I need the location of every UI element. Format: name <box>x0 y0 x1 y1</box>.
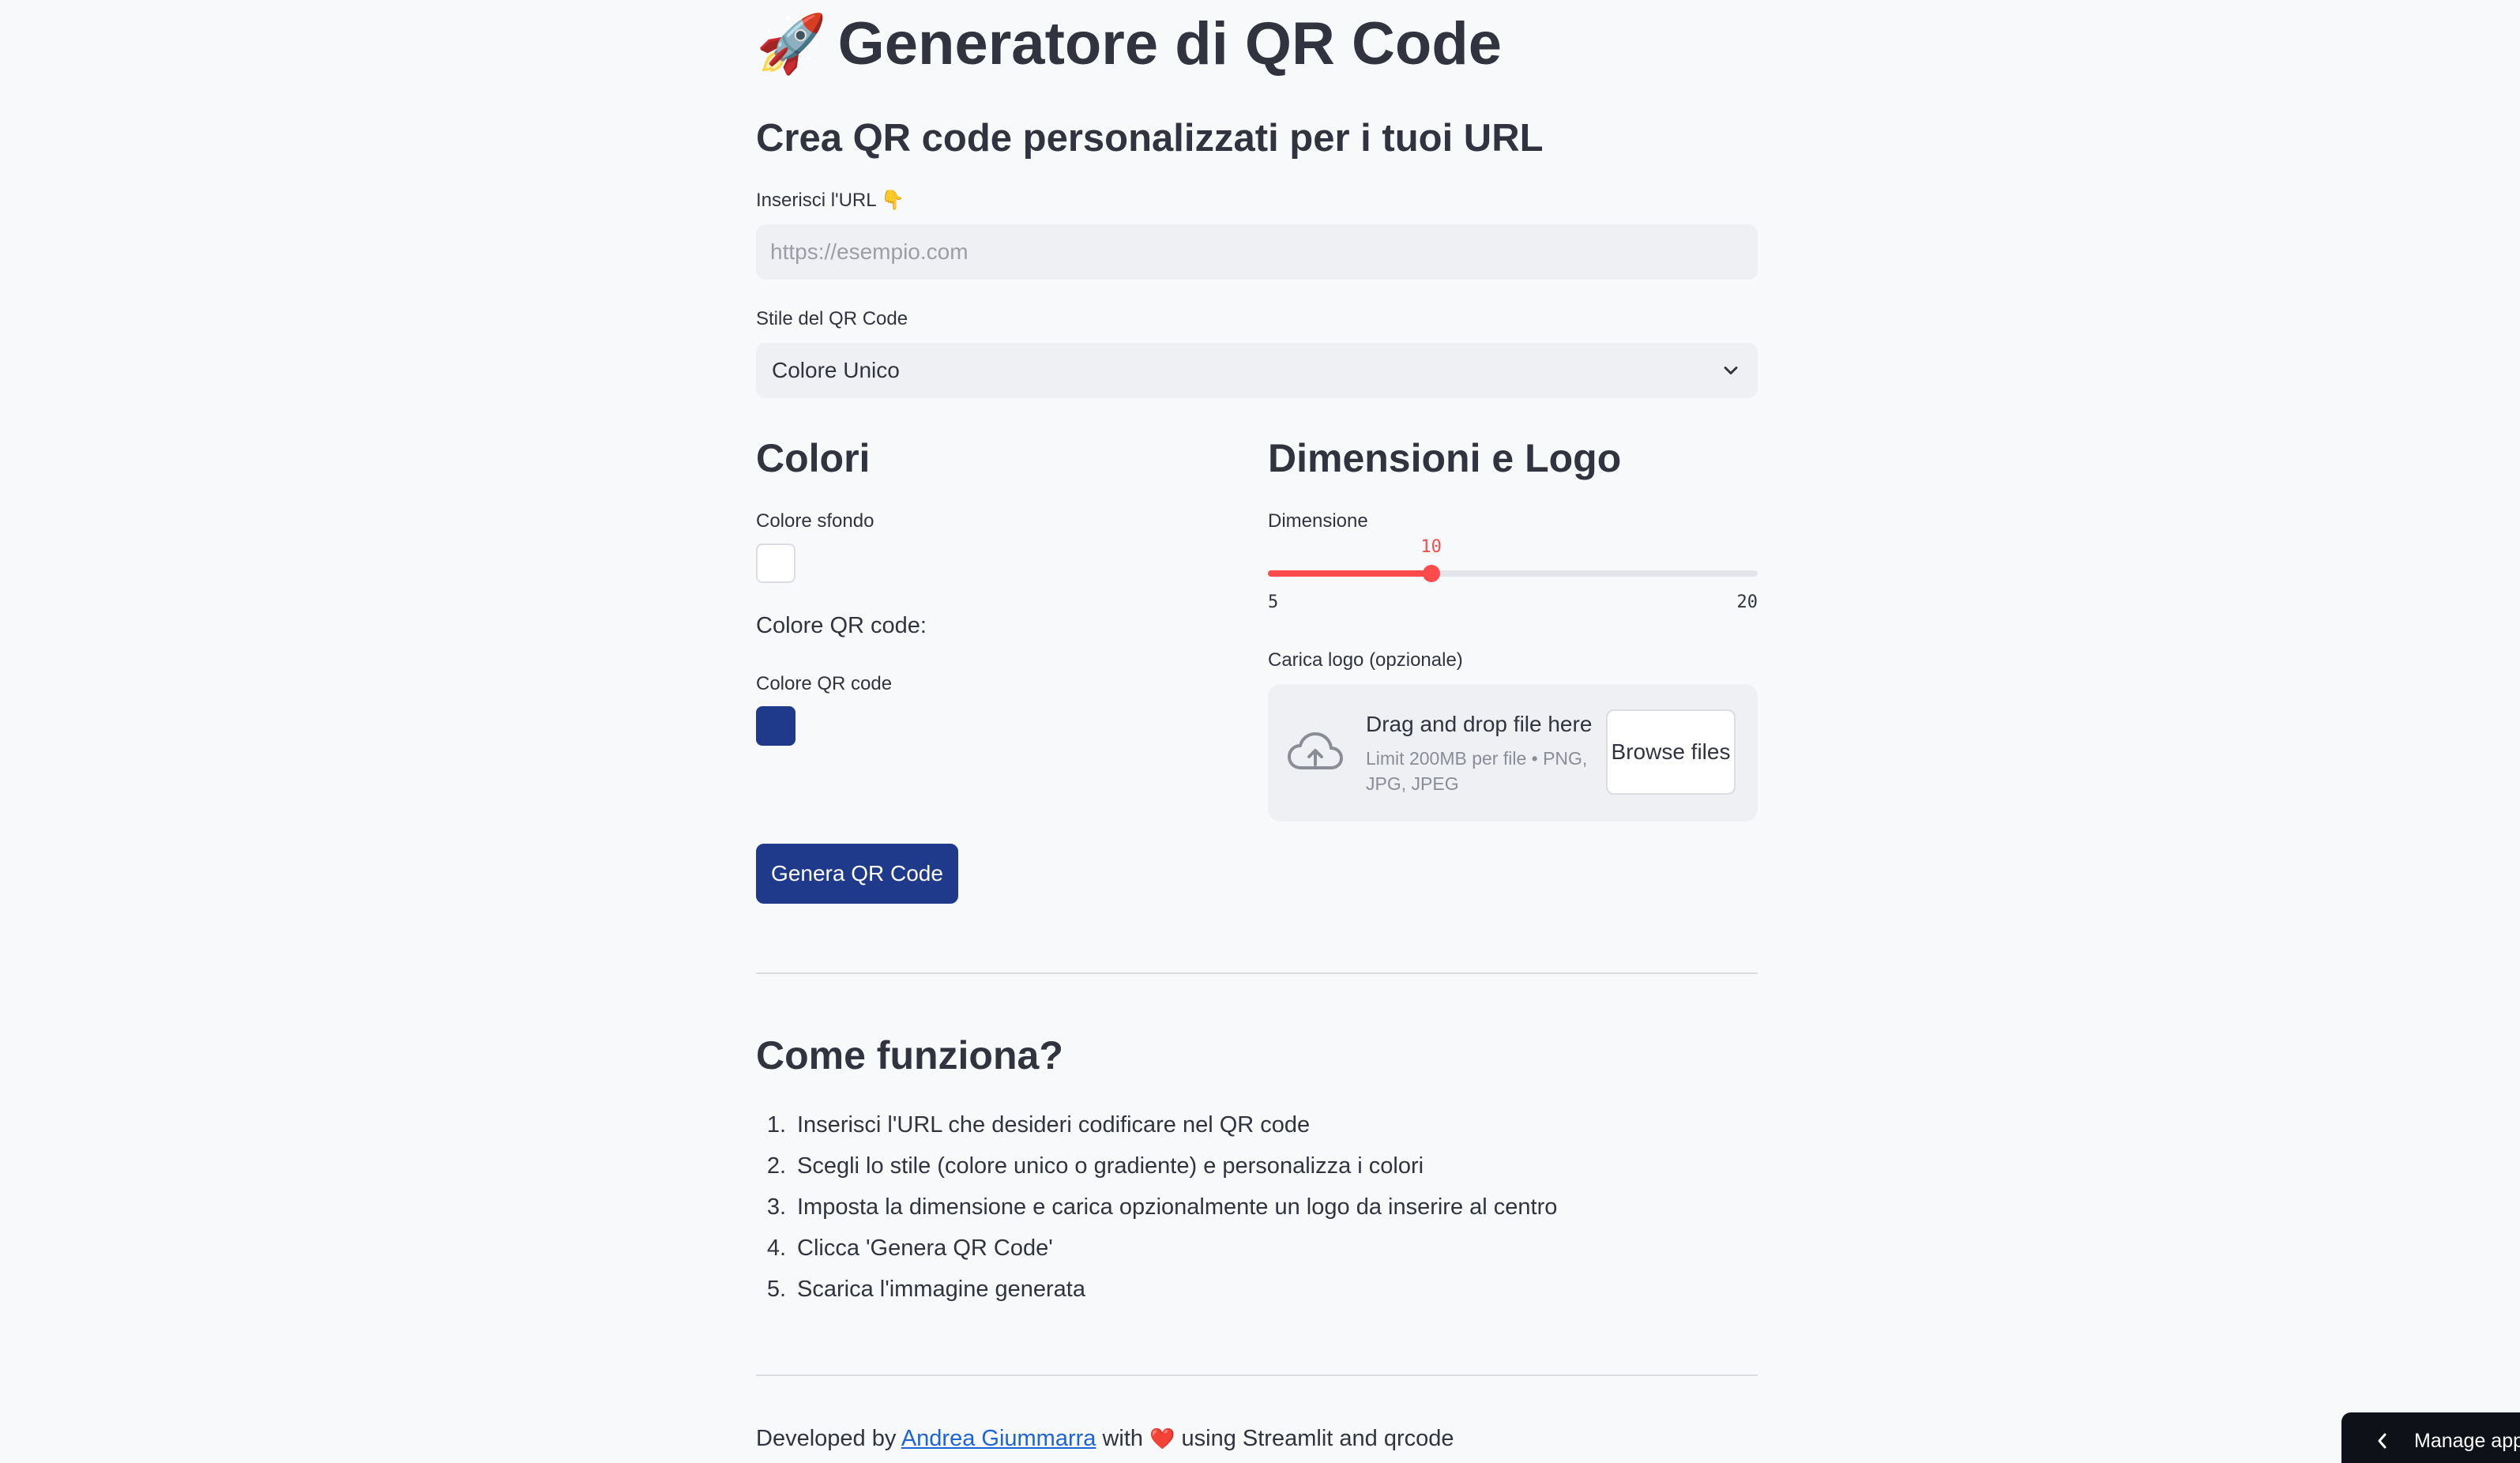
page-title-text: Generatore di QR Code <box>837 10 1503 77</box>
footer-suffix: using Streamlit and qrcode <box>1175 1426 1454 1451</box>
dropzone-title: Drag and drop file here <box>1366 712 1593 736</box>
url-input[interactable] <box>756 224 1758 280</box>
step-number: 5. <box>766 1277 787 1302</box>
manage-app-button[interactable]: Manage app <box>2341 1412 2520 1463</box>
heart-icon: ❤️ <box>1149 1427 1175 1450</box>
colors-heading: Colori <box>756 436 871 480</box>
size-logo-heading: Dimensioni e Logo <box>1268 436 1622 480</box>
browse-files-label: Browse files <box>1611 739 1731 764</box>
step-number: 3. <box>766 1194 787 1220</box>
style-select[interactable]: Colore Unico <box>756 343 1758 398</box>
browse-files-button[interactable]: Browse files <box>1606 709 1736 795</box>
slider-fill <box>1268 570 1431 577</box>
page-subtitle: Crea QR code personalizzati per i tuoi U… <box>756 117 1544 160</box>
divider <box>756 972 1758 974</box>
list-item: 5. Scarica l'immagine generata <box>756 1269 1557 1310</box>
list-item: 4. Clicca 'Genera QR Code' <box>756 1228 1557 1269</box>
slider-thumb[interactable] <box>1422 565 1440 582</box>
style-select-label: Stile del QR Code <box>756 308 908 329</box>
footer-credit: Developed by Andrea Giummarra with ❤️ us… <box>756 1422 1454 1455</box>
background-color-picker[interactable] <box>756 543 795 583</box>
step-number: 4. <box>766 1235 787 1261</box>
cloud-upload-icon <box>1288 732 1343 769</box>
step-text: Imposta la dimensione e carica opzionalm… <box>797 1194 1558 1220</box>
list-item: 2. Scegli lo stile (colore unico o gradie… <box>756 1145 1557 1187</box>
slider-max-label: 20 <box>1736 592 1758 612</box>
page-title: 🚀 Generatore di QR Code <box>756 6 1502 82</box>
size-slider[interactable] <box>1268 565 1758 582</box>
step-text: Scegli lo stile (colore unico o gradient… <box>797 1153 1424 1179</box>
list-item: 1. Inserisci l'URL che desideri codificar… <box>756 1104 1557 1145</box>
logo-upload-label: Carica logo (opzionale) <box>1268 649 1463 671</box>
qr-color-label: Colore QR code <box>756 673 893 694</box>
list-item: 3. Imposta la dimensione e carica opziona… <box>756 1187 1557 1228</box>
steps-list: 1. Inserisci l'URL che desideri codificar… <box>756 1104 1557 1310</box>
dropzone-limit: Limit 200MB per file • PNG, JPG, JPEG <box>1366 748 1588 794</box>
author-link[interactable]: Andrea Giummarra <box>901 1426 1096 1451</box>
url-input-label: Inserisci l'URL 👇 <box>756 190 905 211</box>
step-text: Clicca 'Genera QR Code' <box>797 1235 1053 1261</box>
manage-app-label: Manage app <box>2414 1429 2520 1452</box>
size-slider-label: Dimensione <box>1268 510 1368 532</box>
slider-min-label: 5 <box>1268 592 1279 612</box>
footer-prefix: Developed by <box>756 1426 901 1451</box>
step-text: Scarica l'immagine generata <box>797 1277 1085 1302</box>
generate-qr-label: Genera QR Code <box>771 861 943 886</box>
rocket-icon: 🚀 <box>756 13 827 76</box>
style-select-value: Colore Unico <box>772 358 900 382</box>
slider-value-label: 10 <box>1420 537 1442 557</box>
divider <box>756 1375 1758 1376</box>
step-text: Inserisci l'URL che desideri codificare … <box>797 1112 1311 1138</box>
generate-qr-button[interactable]: Genera QR Code <box>756 844 958 904</box>
logo-dropzone[interactable]: Drag and drop file here Limit 200MB per … <box>1268 684 1758 822</box>
chevron-left-icon <box>2378 1433 2386 1449</box>
app-root: 🚀 Generatore di QR Code Crea QR code per… <box>0 0 2520 1463</box>
how-it-works-heading: Come funziona? <box>756 1033 1063 1078</box>
background-color-label: Colore sfondo <box>756 510 874 532</box>
chevron-down-icon <box>1724 367 1738 374</box>
step-number: 2. <box>766 1153 787 1179</box>
qr-color-picker[interactable] <box>756 706 795 746</box>
qr-color-caption: Colore QR code: <box>756 613 927 638</box>
step-number: 1. <box>766 1112 787 1138</box>
footer-middle: with <box>1096 1426 1150 1451</box>
